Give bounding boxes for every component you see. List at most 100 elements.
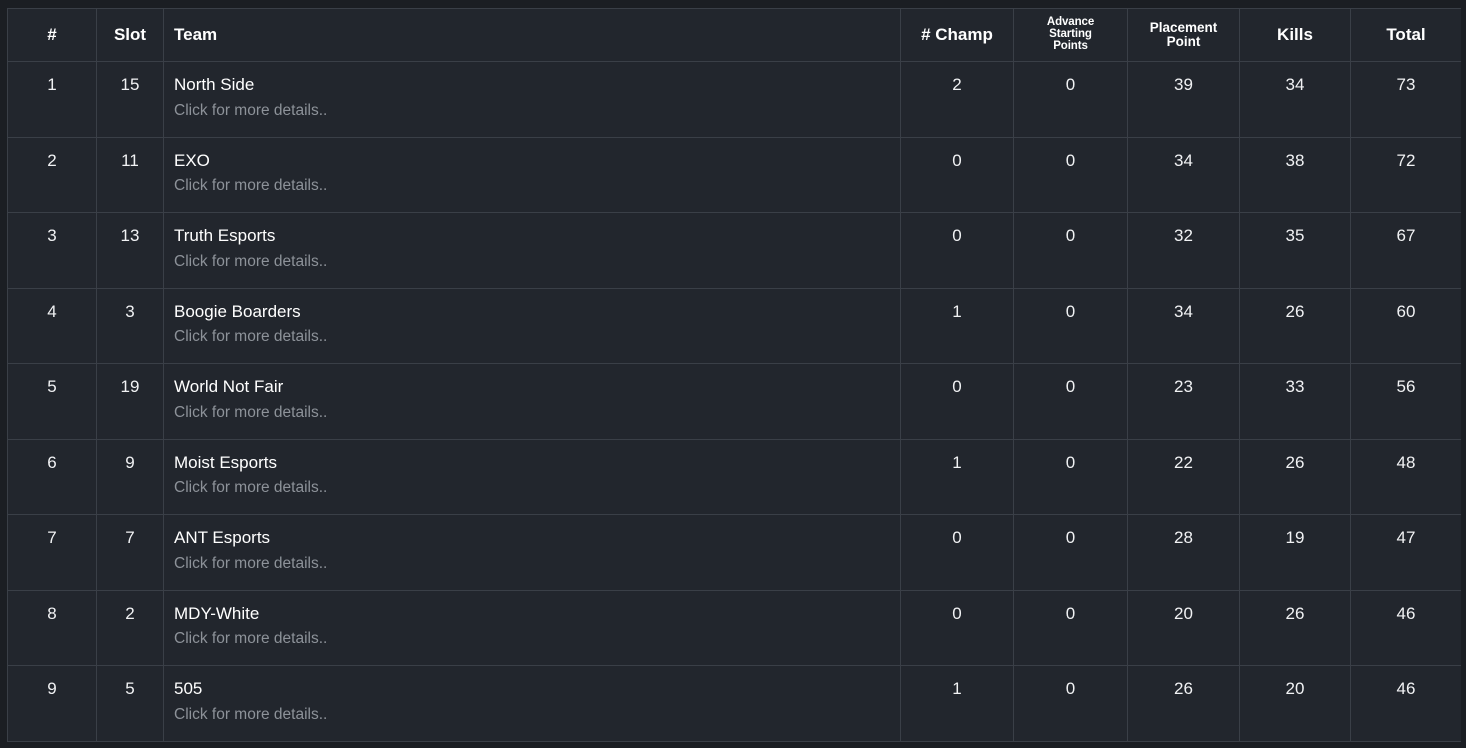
cell-advance: 0: [1013, 589, 1128, 666]
cell-placement: 34: [1127, 136, 1240, 213]
team-name: Truth Esports: [174, 226, 276, 245]
cell-slot: 9: [96, 438, 164, 515]
cell-advance: 0: [1013, 61, 1128, 138]
cell-rank: 4: [7, 287, 97, 364]
cell-placement: 22: [1127, 438, 1240, 515]
cell-total: 72: [1350, 136, 1461, 213]
cell-champ: 0: [900, 212, 1014, 289]
table-row[interactable]: 3 13 Truth Esports Click for more details..…: [7, 212, 1461, 289]
table-header-row: # Slot Team # Champ Advance Starting Poi…: [7, 8, 1461, 62]
cell-slot: 15: [96, 61, 164, 138]
cell-rank: 3: [7, 212, 97, 289]
cell-rank: 7: [7, 514, 97, 591]
cell-rank: 2: [7, 136, 97, 213]
cell-placement: 20: [1127, 589, 1240, 666]
cell-advance: 0: [1013, 212, 1128, 289]
cell-total: 46: [1350, 665, 1461, 742]
standings-table: # Slot Team # Champ Advance Starting Poi…: [7, 8, 1461, 742]
cell-placement: 32: [1127, 212, 1240, 289]
cell-team[interactable]: 505 Click for more details..: [163, 665, 901, 742]
team-name: MDY-White: [174, 603, 260, 623]
cell-total: 73: [1350, 61, 1461, 138]
column-header-champ[interactable]: # Champ: [900, 8, 1014, 62]
cell-slot: 19: [96, 363, 164, 440]
cell-slot: 13: [96, 212, 164, 289]
cell-total: 46: [1350, 589, 1461, 666]
cell-rank: 8: [7, 589, 97, 666]
team-details-hint: Click for more details..: [174, 554, 328, 572]
table-row[interactable]: 5 19 World Not Fair Click for more details.…: [7, 363, 1461, 440]
table-header: # Slot Team # Champ Advance Starting Poi…: [7, 8, 1461, 62]
cell-team[interactable]: North Side Click for more details..: [163, 61, 901, 138]
cell-kills: 26: [1239, 287, 1351, 364]
cell-placement: 34: [1127, 287, 1240, 364]
team-name: World Not Fair: [174, 377, 284, 396]
cell-total: 48: [1350, 438, 1461, 515]
cell-slot: 3: [96, 287, 164, 364]
cell-kills: 33: [1239, 363, 1351, 440]
team-details-hint: Click for more details..: [174, 705, 328, 723]
column-header-slot[interactable]: Slot: [96, 8, 164, 62]
cell-champ: 1: [900, 438, 1014, 515]
cell-rank: 5: [7, 363, 97, 440]
cell-team[interactable]: ANT Esports Click for more details..: [163, 514, 901, 591]
table-row[interactable]: 1 15 North Side Click for more details.. 2 0 3…: [7, 61, 1461, 138]
cell-team[interactable]: EXO Click for more details..: [163, 136, 901, 213]
cell-rank: 1: [7, 61, 97, 138]
team-name: ANT Esports: [174, 528, 271, 547]
cell-kills: 35: [1239, 212, 1351, 289]
cell-champ: 2: [900, 61, 1014, 138]
cell-advance: 0: [1013, 665, 1128, 742]
cell-kills: 19: [1239, 514, 1351, 591]
cell-slot: 11: [96, 136, 164, 213]
cell-advance: 0: [1013, 514, 1128, 591]
cell-advance: 0: [1013, 136, 1128, 213]
cell-team[interactable]: World Not Fair Click for more details..: [163, 363, 901, 440]
team-details-hint: Click for more details..: [174, 252, 328, 270]
team-details-hint: Click for more details..: [174, 328, 328, 346]
cell-advance: 0: [1013, 438, 1128, 515]
cell-team[interactable]: Truth Esports Click for more details..: [163, 212, 901, 289]
cell-kills: 38: [1239, 136, 1351, 213]
cell-rank: 6: [7, 438, 97, 515]
team-details-hint: Click for more details..: [174, 101, 328, 119]
placement-line-2: Point: [1166, 34, 1201, 49]
team-details-hint: Click for more details..: [174, 630, 328, 648]
advance-line-3: Points: [1053, 39, 1088, 52]
table-row[interactable]: 2 11 EXO Click for more details.. 0 0 34 38 72: [7, 136, 1461, 213]
team-name: EXO: [174, 150, 210, 170]
team-details-hint: Click for more details..: [174, 177, 328, 195]
team-name: 505: [174, 679, 203, 698]
cell-advance: 0: [1013, 287, 1128, 364]
table-row[interactable]: 4 3 Boogie Boarders Click for more details.…: [7, 287, 1461, 364]
cell-kills: 20: [1239, 665, 1351, 742]
cell-kills: 26: [1239, 589, 1351, 666]
table-row[interactable]: 8 2 MDY-White Click for more details.. 0 0 20 2…: [7, 589, 1461, 666]
column-header-rank[interactable]: #: [7, 8, 97, 62]
table-row[interactable]: 6 9 Moist Esports Click for more details.. 1…: [7, 438, 1461, 515]
column-header-total[interactable]: Total: [1350, 8, 1461, 62]
team-name: Moist Esports: [174, 452, 277, 472]
table-row[interactable]: 9 5 505 Click for more details.. 1 0 26 20 46: [7, 665, 1461, 742]
column-header-team[interactable]: Team: [163, 8, 901, 62]
cell-team[interactable]: MDY-White Click for more details..: [163, 589, 901, 666]
standings-board: # Slot Team # Champ Advance Starting Poi…: [7, 8, 1461, 748]
cell-team[interactable]: Boogie Boarders Click for more details..: [163, 287, 901, 364]
cell-total: 47: [1350, 514, 1461, 591]
cell-slot: 2: [96, 589, 164, 666]
cell-champ: 0: [900, 589, 1014, 666]
cell-total: 60: [1350, 287, 1461, 364]
column-header-advance-starting-points[interactable]: Advance Starting Points: [1013, 8, 1128, 62]
column-header-kills[interactable]: Kills: [1239, 8, 1351, 62]
table-row[interactable]: 7 7 ANT Esports Click for more details.. 0 0 2…: [7, 514, 1461, 591]
cell-champ: 1: [900, 287, 1014, 364]
cell-champ: 0: [900, 514, 1014, 591]
cell-placement: 23: [1127, 363, 1240, 440]
team-details-hint: Click for more details..: [174, 403, 328, 421]
column-header-placement-point[interactable]: Placement Point: [1127, 8, 1240, 62]
cell-total: 67: [1350, 212, 1461, 289]
placement-line-1: Placement: [1149, 20, 1218, 36]
cell-team[interactable]: Moist Esports Click for more details..: [163, 438, 901, 515]
cell-placement: 26: [1127, 665, 1240, 742]
cell-advance: 0: [1013, 363, 1128, 440]
